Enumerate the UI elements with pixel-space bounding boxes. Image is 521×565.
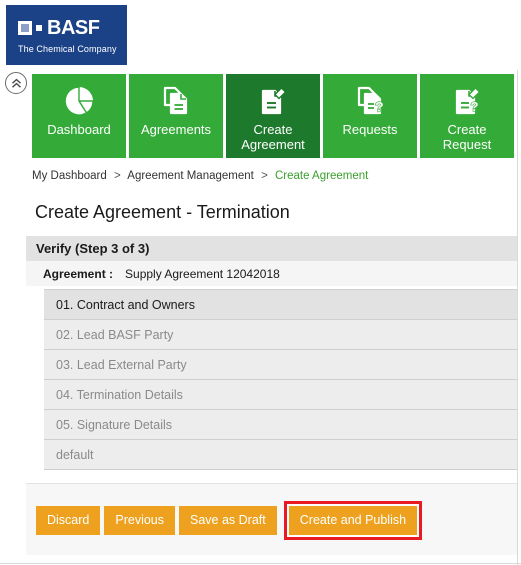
page-title: Create Agreement - Termination (35, 202, 290, 222)
section-item-lead-external-party[interactable]: 03. Lead External Party (44, 350, 517, 380)
pie-chart-icon (62, 83, 96, 119)
breadcrumb-separator: > (114, 170, 121, 182)
breadcrumb-separator: > (261, 170, 268, 182)
form-panel: Verify (Step 3 of 3) Agreement : Supply … (26, 236, 517, 286)
logo-mark-row: BASF (18, 17, 100, 39)
document-pencil-icon (256, 83, 290, 119)
section-item-contract-and-owners[interactable]: 01. Contract and Owners (44, 290, 517, 320)
nav-tile-label: Dashboard (47, 122, 111, 137)
logo-square-outline-icon (18, 21, 32, 35)
page-root: BASF The Chemical Company Dashboard Agre… (0, 0, 521, 565)
double-chevron-up-icon (10, 77, 23, 90)
agreement-label: Agreement : (43, 266, 114, 281)
breadcrumb-item-my-dashboard[interactable]: My Dashboard (32, 170, 107, 182)
svg-text:?: ? (471, 99, 479, 114)
breadcrumb-item-agreement-management[interactable]: Agreement Management (127, 170, 254, 182)
save-as-draft-button[interactable]: Save as Draft (179, 506, 277, 535)
logo-tagline: The Chemical Company (18, 44, 117, 54)
nav-tile-label: Create Agreement (241, 122, 305, 152)
nav-tile-requests[interactable]: ? Requests (323, 74, 417, 158)
nav-tile-create-agreement[interactable]: Create Agreement (226, 74, 320, 158)
create-and-publish-highlight: Create and Publish (283, 501, 423, 540)
page-border-bottom (0, 563, 521, 564)
create-and-publish-button[interactable]: Create and Publish (288, 506, 418, 535)
section-item-signature-details[interactable]: 05. Signature Details (44, 410, 517, 440)
svg-text:?: ? (375, 99, 384, 115)
basf-logo[interactable]: BASF The Chemical Company (6, 5, 127, 65)
section-item-lead-basf-party[interactable]: 02. Lead BASF Party (44, 320, 517, 350)
step-header: Verify (Step 3 of 3) (26, 236, 517, 261)
nav-tile-create-request[interactable]: ? Create Request (420, 74, 514, 158)
previous-button[interactable]: Previous (104, 506, 176, 535)
site-header: BASF The Chemical Company (0, 0, 521, 70)
logo-square-small-icon (36, 25, 42, 31)
documents-icon (159, 83, 193, 119)
breadcrumb-item-create-agreement[interactable]: Create Agreement (275, 170, 368, 182)
documents-question-icon: ? (353, 83, 387, 119)
nav-tile-dashboard[interactable]: Dashboard (32, 74, 126, 158)
logo-wordmark: BASF (47, 17, 100, 39)
action-bar: Discard Previous Save as Draft Create an… (26, 483, 517, 555)
nav-tile-label: Agreements (140, 122, 212, 137)
nav-tile-label: Requests (342, 122, 398, 137)
agreement-row: Agreement : Supply Agreement 12042018 (26, 261, 517, 286)
nav-tile-agreements[interactable]: Agreements (129, 74, 223, 158)
section-item-default[interactable]: default (44, 440, 517, 470)
action-buttons: Discard Previous Save as Draft Create an… (36, 501, 423, 540)
nav-tile-label: Create Request (442, 122, 492, 152)
document-pencil-question-icon: ? (450, 83, 484, 119)
section-item-termination-details[interactable]: 04. Termination Details (44, 380, 517, 410)
collapse-nav-toggle[interactable] (5, 72, 27, 94)
main-nav: Dashboard Agreements Create Agreement ? … (32, 74, 521, 158)
discard-button[interactable]: Discard (36, 506, 101, 535)
section-list: 01. Contract and Owners 02. Lead BASF Pa… (44, 289, 517, 470)
agreement-value: Supply Agreement 12042018 (125, 266, 280, 281)
breadcrumb: My Dashboard > Agreement Management > Cr… (32, 170, 368, 182)
